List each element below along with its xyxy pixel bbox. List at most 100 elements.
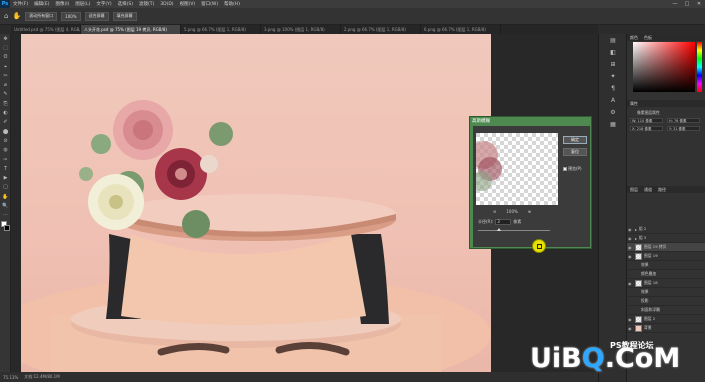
- checkbox-icon[interactable]: [563, 167, 567, 171]
- visibility-eye-icon[interactable]: ◉: [628, 245, 633, 250]
- visibility-eye-icon[interactable]: ◉: [628, 317, 633, 322]
- layer-row[interactable]: ◉ 图层 18: [627, 279, 705, 288]
- visibility-eye-icon[interactable]: ◉: [628, 236, 633, 241]
- hand-tool-icon[interactable]: ✋: [0, 192, 11, 201]
- radius-slider-thumb[interactable]: [497, 228, 501, 231]
- type-tool-icon[interactable]: T: [0, 164, 11, 173]
- settings-panel-icon[interactable]: ⚙: [599, 106, 627, 118]
- crop-tool-icon[interactable]: ✂: [0, 71, 11, 80]
- move-tool-icon[interactable]: ✥: [0, 34, 11, 43]
- minimize-button[interactable]: —: [669, 1, 681, 7]
- hue-slider[interactable]: [697, 42, 702, 92]
- swatches-panel-icon[interactable]: ▦: [599, 118, 627, 130]
- menu-type[interactable]: 文字(Y): [93, 1, 114, 7]
- fill-screen-button[interactable]: 填充屏幕: [112, 11, 137, 21]
- layer-row[interactable]: ◉ 图层 2: [627, 315, 705, 324]
- menu-file[interactable]: 文件(F): [10, 1, 31, 7]
- tab-channels[interactable]: 通道: [644, 187, 652, 193]
- brush-settings-icon[interactable]: ✦: [599, 70, 627, 82]
- zoom-out-icon[interactable]: ⊖: [493, 209, 496, 214]
- libraries-panel-icon[interactable]: ⊞: [599, 58, 627, 70]
- tab-layers[interactable]: 图层: [630, 187, 638, 193]
- document-tab[interactable]: 6.png @ 66.7% (图层 1, RGB/8): [421, 25, 501, 34]
- document-tab[interactable]: 5.png @ 66.7% (图层 1, RGB/8): [181, 25, 261, 34]
- menu-layer[interactable]: 图层(L): [72, 1, 93, 7]
- path-select-tool-icon[interactable]: ▶: [0, 173, 11, 182]
- width-field[interactable]: W: 110 像素: [630, 118, 663, 123]
- zoom-tool-icon[interactable]: 🔍: [0, 201, 11, 210]
- document-tab-bar: Untitled.psd @ 75% (图层 4, RGB/8) 人头开花.ps…: [11, 25, 598, 34]
- lasso-tool-icon[interactable]: ʘ: [0, 53, 11, 62]
- marquee-tool-icon[interactable]: ⬚: [0, 43, 11, 52]
- home-icon[interactable]: ⌂: [4, 12, 8, 20]
- layer-effect-row[interactable]: 投影: [627, 297, 705, 306]
- pen-tool-icon[interactable]: ✑: [0, 155, 11, 164]
- visibility-eye-icon[interactable]: ◉: [628, 227, 633, 232]
- menu-view[interactable]: 视图(V): [177, 1, 199, 7]
- layer-effect-row[interactable]: 效果: [627, 288, 705, 297]
- healing-brush-tool-icon[interactable]: ✎: [0, 90, 11, 99]
- hand-tool-icon[interactable]: ✋: [12, 12, 21, 20]
- layer-effect-row[interactable]: 颜色叠加: [627, 270, 705, 279]
- ok-button[interactable]: 确定: [563, 136, 587, 144]
- brush-tool-icon[interactable]: ✐: [0, 118, 11, 127]
- paragraph-panel-icon[interactable]: ¶: [599, 82, 627, 94]
- zoom-in-icon[interactable]: ⊕: [528, 209, 531, 214]
- layer-row-selected[interactable]: ◉ 图层 19 拷贝: [627, 243, 705, 252]
- y-field[interactable]: Y: 31 像素: [667, 126, 700, 131]
- maximize-button[interactable]: □: [681, 1, 693, 7]
- more-tools-icon[interactable]: ⋯: [0, 211, 11, 220]
- visibility-eye-icon[interactable]: ◉: [628, 254, 633, 259]
- menu-edit[interactable]: 编辑(E): [31, 1, 52, 7]
- layer-effect-row[interactable]: 效果: [627, 261, 705, 270]
- menu-filter[interactable]: 滤镜(T): [136, 1, 157, 7]
- menu-help[interactable]: 帮助(H): [221, 1, 243, 7]
- layer-row[interactable]: ◉ 背景: [627, 324, 705, 333]
- zoom-level-field[interactable]: 100%: [61, 11, 81, 21]
- reset-button[interactable]: 复位: [563, 148, 587, 156]
- document-tab[interactable]: 3.png @ 100% (图层 1, RGB/8): [261, 25, 341, 34]
- eraser-tool-icon[interactable]: ⬤: [0, 127, 11, 136]
- history-panel-icon[interactable]: ▤: [599, 34, 627, 46]
- layer-row[interactable]: ◉ ▸ 组 3: [627, 234, 705, 243]
- tab-paths[interactable]: 路径: [658, 187, 666, 193]
- zoom-status[interactable]: 75.13%: [3, 375, 18, 380]
- tab-color[interactable]: 颜色: [630, 35, 638, 41]
- document-canvas[interactable]: [21, 34, 491, 372]
- document-tab[interactable]: Untitled.psd @ 75% (图层 4, RGB/8): [11, 25, 81, 34]
- dodge-tool-icon[interactable]: ◍: [0, 146, 11, 155]
- menu-image[interactable]: 图像(I): [52, 1, 72, 7]
- clone-stamp-tool-icon[interactable]: ⎘: [0, 99, 11, 108]
- gradient-tool-icon[interactable]: ⊘: [0, 136, 11, 145]
- fit-screen-button[interactable]: 适合屏幕: [84, 11, 109, 21]
- layer-row[interactable]: ◉ 图层 19: [627, 252, 705, 261]
- filter-preview[interactable]: [476, 133, 558, 205]
- quick-select-tool-icon[interactable]: ⌖: [0, 62, 11, 71]
- radius-input[interactable]: 3: [495, 219, 512, 225]
- character-panel-icon[interactable]: A: [599, 94, 627, 106]
- radius-slider-track[interactable]: [478, 230, 550, 231]
- color-picker-field[interactable]: [633, 42, 695, 92]
- menu-select[interactable]: 选择(S): [115, 1, 136, 7]
- menu-3d[interactable]: 3D(D): [157, 2, 176, 7]
- layer-effect-row[interactable]: 斜面和浮雕: [627, 306, 705, 315]
- history-brush-tool-icon[interactable]: ◐: [0, 108, 11, 117]
- rectangle-tool-icon[interactable]: ▢: [0, 183, 11, 192]
- document-tab[interactable]: 2.png @ 66.7% (图层 1, RGB/8): [341, 25, 421, 34]
- tab-swatches[interactable]: 色板: [644, 35, 652, 41]
- layer-name: 图层 18: [644, 280, 658, 285]
- document-tab-active[interactable]: 人头开花.psd @ 75% (图层 19 拷贝, RGB/8): [81, 25, 181, 34]
- scroll-all-windows-checkbox[interactable]: 滚动所有窗口: [25, 11, 58, 21]
- preview-checkbox[interactable]: 预览(P): [563, 166, 582, 172]
- layer-thumbnail: [635, 315, 642, 323]
- visibility-eye-icon[interactable]: ◉: [628, 281, 633, 286]
- close-button[interactable]: ✕: [693, 1, 705, 7]
- adjustments-panel-icon[interactable]: ◧: [599, 46, 627, 58]
- height-field[interactable]: H: 76 像素: [667, 118, 700, 123]
- color-swatches-icon[interactable]: [0, 220, 11, 234]
- layer-row[interactable]: ◉ ▸ 组 2: [627, 225, 705, 234]
- x-field[interactable]: X: 218 像素: [630, 126, 663, 131]
- menu-window[interactable]: 窗口(W): [198, 1, 221, 7]
- visibility-eye-icon[interactable]: ◉: [628, 326, 633, 331]
- eyedropper-tool-icon[interactable]: ⌀: [0, 80, 11, 89]
